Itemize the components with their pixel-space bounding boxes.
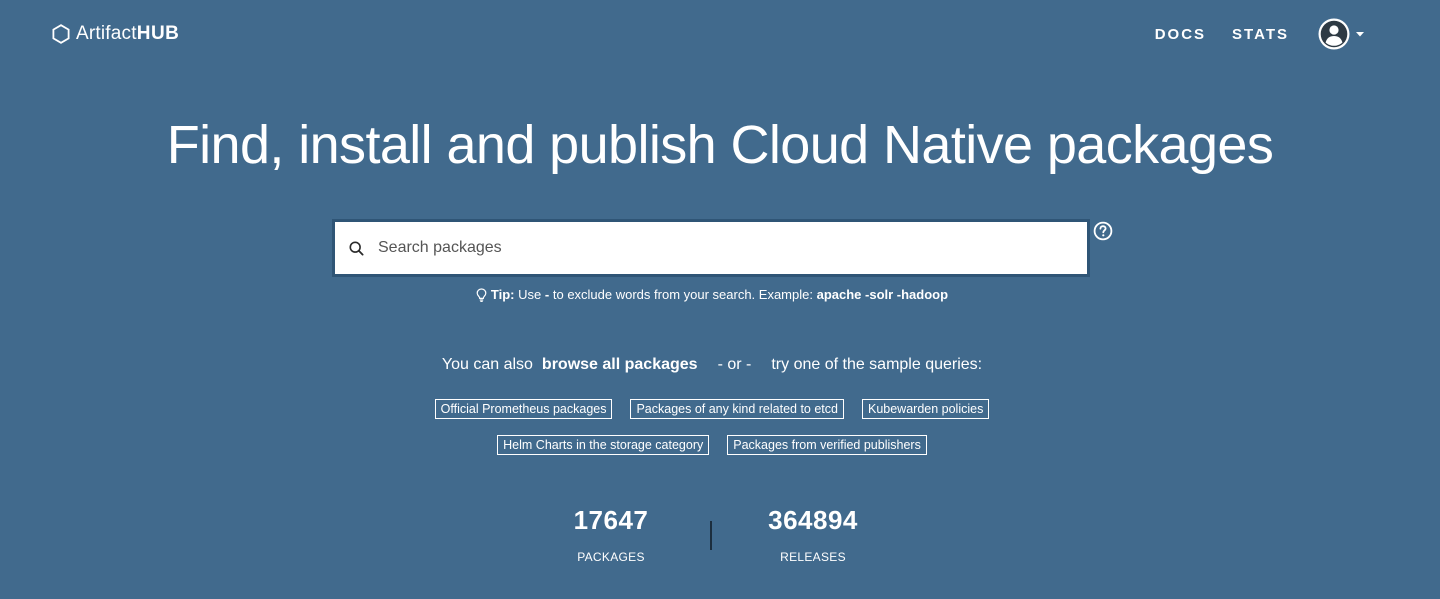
- sample-query-etcd[interactable]: Packages of any kind related to etcd: [630, 399, 844, 419]
- user-circle-icon: [1318, 18, 1350, 50]
- releases-count: 364894: [768, 505, 858, 535]
- stats-divider: [710, 521, 712, 550]
- search-bar: [332, 219, 1090, 277]
- releases-stat: 364894 RELEASES: [713, 505, 913, 564]
- tip-operator: -: [544, 287, 550, 302]
- nav-stats-link[interactable]: STATS: [1232, 26, 1289, 43]
- search-input[interactable]: [376, 238, 1040, 258]
- question-circle-icon: [1093, 221, 1113, 241]
- packages-label: PACKAGES: [577, 550, 645, 564]
- lightbulb-icon: [476, 287, 487, 302]
- browse-all-packages-link[interactable]: browse all packages: [542, 356, 698, 374]
- search-help-icon[interactable]: [1093, 221, 1113, 246]
- search-box[interactable]: [335, 222, 1087, 274]
- sample-query-prometheus[interactable]: Official Prometheus packages: [434, 399, 613, 419]
- tip-label: Tip:: [490, 287, 515, 302]
- sample-queries-row-1: Official Prometheus packages Packages of…: [0, 399, 1424, 419]
- packages-stat: 17647 PACKAGES: [511, 505, 711, 564]
- sample-query-kubewarden[interactable]: Kubewarden policies: [861, 399, 990, 419]
- tip-text-before: Use: [518, 287, 542, 302]
- nav-docs-link[interactable]: DOCS: [1155, 26, 1206, 43]
- home-page: Artifact HUB DOCS STATS Find, install an…: [0, 0, 1440, 599]
- browse-line: You can also browse all packages - or - …: [0, 356, 1424, 374]
- hexagon-logo-icon: [52, 24, 70, 44]
- top-nav: DOCS STATS: [1155, 17, 1366, 51]
- or-separator: - or -: [717, 356, 752, 373]
- logo-text-bold: HUB: [136, 23, 180, 44]
- artifacthub-logo[interactable]: Artifact HUB: [52, 22, 179, 46]
- browse-prefix: You can also: [441, 356, 533, 373]
- browse-suffix: try one of the sample queries:: [771, 356, 983, 373]
- caret-down-icon: [1356, 32, 1364, 37]
- releases-label: RELEASES: [780, 550, 846, 564]
- sample-query-verified-publishers[interactable]: Packages from verified publishers: [727, 435, 927, 455]
- search-icon: [349, 240, 364, 256]
- tip-text-after: to exclude words from your search. Examp…: [552, 287, 813, 302]
- tip-example: apache -solr -hadoop: [816, 287, 949, 302]
- sample-query-helm-storage[interactable]: Helm Charts in the storage category: [497, 435, 710, 455]
- sample-queries-row-2: Helm Charts in the storage category Pack…: [0, 435, 1424, 455]
- logo-text-light: Artifact: [76, 23, 137, 44]
- search-tip: Tip: Use - to exclude words from your se…: [0, 287, 1424, 302]
- packages-count: 17647: [573, 505, 649, 535]
- hero-title: Find, install and publish Cloud Native p…: [166, 115, 1274, 175]
- user-menu-button[interactable]: [1317, 17, 1366, 51]
